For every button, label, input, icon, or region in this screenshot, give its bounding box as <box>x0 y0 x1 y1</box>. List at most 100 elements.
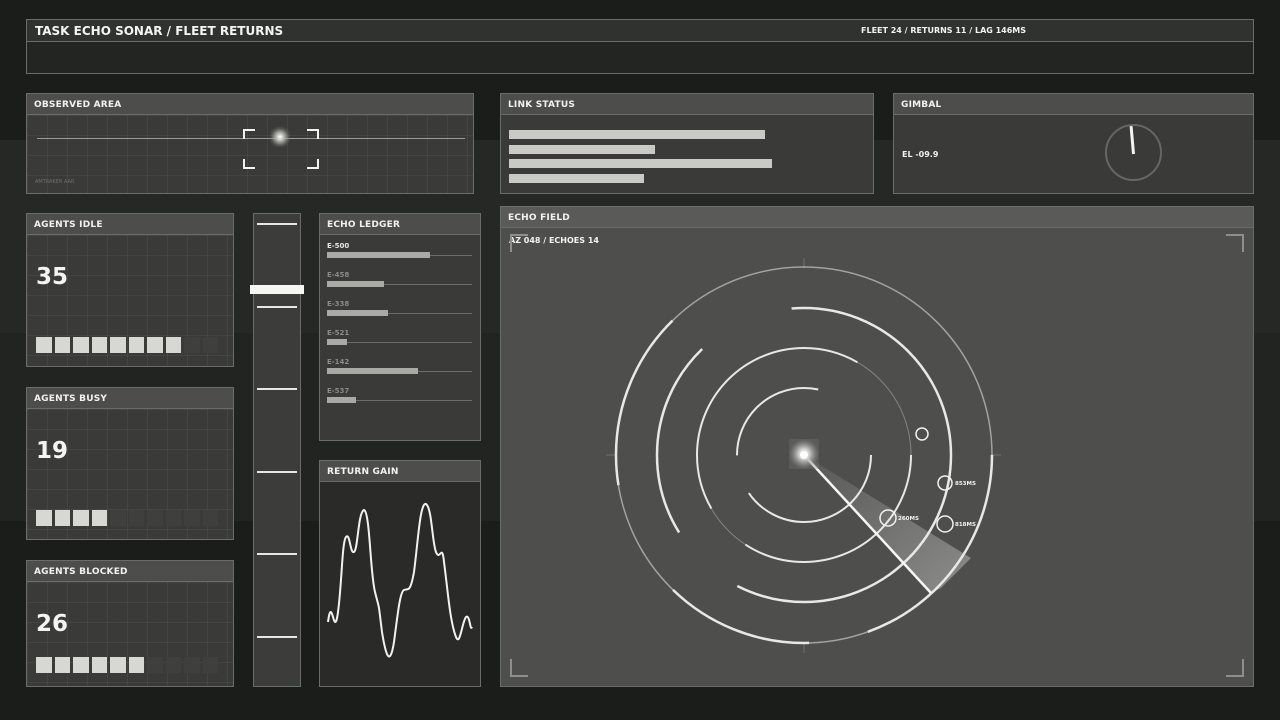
meter-block <box>36 337 52 353</box>
slider-tick <box>257 305 297 308</box>
meter-block <box>184 657 200 673</box>
meter-block <box>184 510 200 526</box>
elevation-readout: EL -09.9 <box>902 150 939 159</box>
contact-4-label: 818MS <box>955 522 976 528</box>
agents-idle-count: 35 <box>36 264 69 290</box>
ledger-row[interactable]: E-338 <box>327 300 472 316</box>
agents-idle-panel: AGENTS IDLE 35 <box>26 213 234 367</box>
contact-1[interactable] <box>915 427 929 441</box>
ledger-row-id: E-500 <box>327 242 350 250</box>
ledger-fill <box>327 368 418 374</box>
ledger-row-id: E-142 <box>327 358 350 366</box>
link-bar-3 <box>509 159 772 168</box>
meter-block <box>110 510 126 526</box>
meter-block <box>147 337 163 353</box>
meter-block <box>73 657 89 673</box>
slider-thumb[interactable] <box>250 285 304 294</box>
ledger-row[interactable]: E-537 <box>327 387 472 403</box>
header-bar: TASK ECHO SONAR / FLEET RETURNS FLEET 24… <box>27 20 1253 42</box>
meter-block <box>128 337 144 353</box>
observed-area-title: OBSERVED AREA <box>27 94 473 115</box>
ledger-track <box>327 281 472 287</box>
echo-field-panel: ECHO FIELD AZ 048 / ECHOES 14 853MS 260M… <box>500 206 1254 687</box>
contact-4[interactable]: 818MS <box>936 515 976 533</box>
slider-tick <box>257 470 297 473</box>
agents-blocked-title: AGENTS BLOCKED <box>27 561 233 582</box>
ledger-row-id: E-537 <box>327 387 350 395</box>
meter-block <box>165 657 181 673</box>
ledger-row-id: E-521 <box>327 329 350 337</box>
ledger-track <box>327 368 472 374</box>
link-bar-1 <box>509 130 765 139</box>
observed-area-caption: AMTRAKER AAR <box>35 179 75 185</box>
ledger-row[interactable]: E-500 <box>327 242 472 258</box>
meter-block <box>110 337 126 353</box>
agents-busy-count: 19 <box>36 438 69 464</box>
meter-block <box>54 510 70 526</box>
link-status-panel: LINK STATUS <box>500 93 874 194</box>
meter-block <box>128 510 144 526</box>
agents-idle-title: AGENTS IDLE <box>27 214 233 235</box>
slider-tick <box>257 388 297 390</box>
ledger-row-id: E-338 <box>327 300 350 308</box>
meter-block <box>202 510 218 526</box>
meter-block <box>165 337 181 353</box>
meter-block <box>165 510 181 526</box>
agents-blocked-count: 26 <box>36 611 69 637</box>
slider-tick <box>257 223 297 225</box>
ledger-row[interactable]: E-142 <box>327 358 472 374</box>
ledger-fill <box>327 397 356 403</box>
contact-2-label: 853MS <box>955 481 976 487</box>
echo-field-title: ECHO FIELD <box>501 207 1253 228</box>
agents-busy-meter <box>36 510 218 526</box>
agents-blocked-meter <box>36 657 218 673</box>
meter-block <box>54 337 70 353</box>
observed-area-panel: OBSERVED AREA AMTRAKER AAR <box>26 93 474 194</box>
header-panel: TASK ECHO SONAR / FLEET RETURNS FLEET 24… <box>26 19 1254 74</box>
agents-busy-panel: AGENTS BUSY 19 <box>26 387 234 540</box>
ledger-track <box>327 310 472 316</box>
target-bracket[interactable] <box>243 129 319 169</box>
observed-area-view[interactable]: AMTRAKER AAR <box>27 115 473 193</box>
ledger-track <box>327 252 472 258</box>
gimbal-dial[interactable] <box>1105 124 1162 181</box>
ledger-fill <box>327 281 384 287</box>
contact-3-label: 260MS <box>898 516 919 522</box>
echo-ledger-title: ECHO LEDGER <box>320 214 480 235</box>
meter-block <box>184 337 200 353</box>
meter-block <box>147 657 163 673</box>
ledger-fill <box>327 339 347 345</box>
ledger-row[interactable]: E-521 <box>327 329 472 345</box>
fleet-status-readout: FLEET 24 / RETURNS 11 / LAG 146MS <box>861 26 1027 35</box>
gain-curve <box>327 502 473 658</box>
agents-blocked-panel: AGENTS BLOCKED 26 <box>26 560 234 687</box>
ledger-row[interactable]: E-458 <box>327 271 472 287</box>
meter-block <box>202 657 218 673</box>
meter-block <box>73 510 89 526</box>
gimbal-panel: GIMBAL EL -09.9 <box>893 93 1254 194</box>
ledger-track <box>327 339 472 345</box>
meter-block <box>110 657 126 673</box>
link-status-title: LINK STATUS <box>501 94 873 115</box>
agents-idle-meter <box>36 337 218 353</box>
vertical-slider[interactable] <box>250 213 304 687</box>
echo-ledger-panel: ECHO LEDGER E-500 E-458 E-338 E-521 E-142 E-5… <box>319 213 481 441</box>
meter-block <box>36 657 52 673</box>
sonar-display[interactable]: 853MS 260MS 818MS <box>501 228 1253 686</box>
contact-2[interactable]: 853MS <box>937 475 976 491</box>
link-bar-2 <box>509 144 655 154</box>
meter-block <box>91 510 107 526</box>
ledger-fill <box>327 310 388 316</box>
return-gain-waveform <box>327 502 473 658</box>
slider-tick <box>257 635 297 638</box>
slider-tick <box>257 553 297 555</box>
meter-block <box>91 657 107 673</box>
gimbal-needle <box>1129 125 1135 155</box>
meter-block <box>91 337 107 353</box>
link-bars <box>509 130 865 186</box>
meter-block <box>54 657 70 673</box>
meter-block <box>73 337 89 353</box>
link-bar-4 <box>509 173 644 183</box>
ledger-fill <box>327 252 430 258</box>
meter-block <box>147 510 163 526</box>
